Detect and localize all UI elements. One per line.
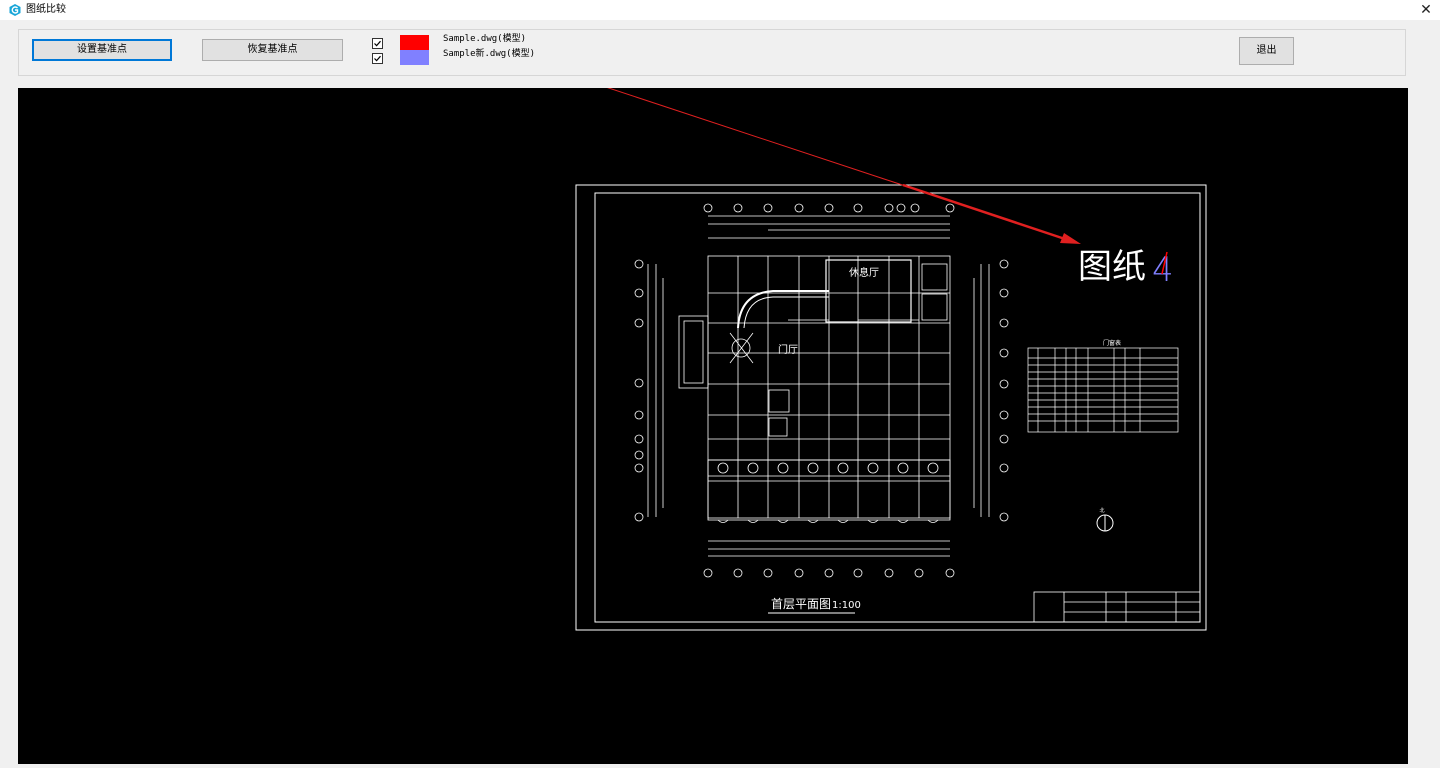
plan-title: 首层平面图 bbox=[771, 597, 831, 611]
bottom-dimensions bbox=[708, 540, 950, 557]
layer-1-color-swatch[interactable] bbox=[400, 35, 429, 50]
door-window-table bbox=[1027, 347, 1179, 433]
compass-letter: 北 bbox=[1099, 507, 1104, 514]
sheet-title: 图纸 bbox=[1078, 247, 1146, 287]
left-grid-markers bbox=[634, 259, 664, 522]
app-icon bbox=[9, 4, 21, 16]
title-bar: 图纸比较 ✕ bbox=[0, 0, 1440, 20]
annotation-arrow-icon bbox=[535, 63, 1081, 244]
plan-scale: 1:100 bbox=[832, 600, 861, 611]
drawing-canvas[interactable]: 休息厅 门厅 门窗表 北 首层平面图 1:100 图纸 4 bbox=[18, 63, 1408, 764]
right-margin bbox=[1408, 88, 1440, 764]
title-block bbox=[1033, 591, 1201, 623]
room-label-lobby: 门厅 bbox=[778, 343, 798, 356]
table-title: 门窗表 bbox=[1103, 339, 1121, 347]
exit-button[interactable]: 退出 bbox=[1239, 37, 1294, 65]
layer-2-color-swatch[interactable] bbox=[400, 50, 429, 65]
cad-drawing: 休息厅 门厅 门窗表 北 首层平面图 1:100 图纸 4 bbox=[535, 63, 1207, 631]
top-grid-markers bbox=[703, 203, 955, 213]
layer-1-label: Sample.dwg(模型) bbox=[443, 34, 527, 44]
bottom-grid-markers bbox=[703, 568, 955, 578]
right-grid-markers bbox=[973, 259, 1009, 522]
layer-2-label: Sample新.dwg(模型) bbox=[443, 49, 536, 59]
north-compass-icon bbox=[1096, 514, 1114, 532]
close-icon[interactable]: ✕ bbox=[1418, 1, 1434, 19]
toolbar: 设置基准点 恢复基准点 Sample.dwg(模型) Sample新.dwg(模… bbox=[18, 29, 1406, 76]
restore-base-point-button[interactable]: 恢复基准点 bbox=[202, 39, 343, 61]
floor-plan bbox=[678, 255, 951, 519]
window-title: 图纸比较 bbox=[26, 4, 66, 15]
layer-1-checkbox[interactable] bbox=[372, 38, 383, 49]
set-base-point-button[interactable]: 设置基准点 bbox=[32, 39, 172, 61]
layer-2-checkbox[interactable] bbox=[372, 53, 383, 64]
top-dimensions bbox=[708, 215, 950, 239]
room-label-lounge: 休息厅 bbox=[849, 266, 879, 279]
